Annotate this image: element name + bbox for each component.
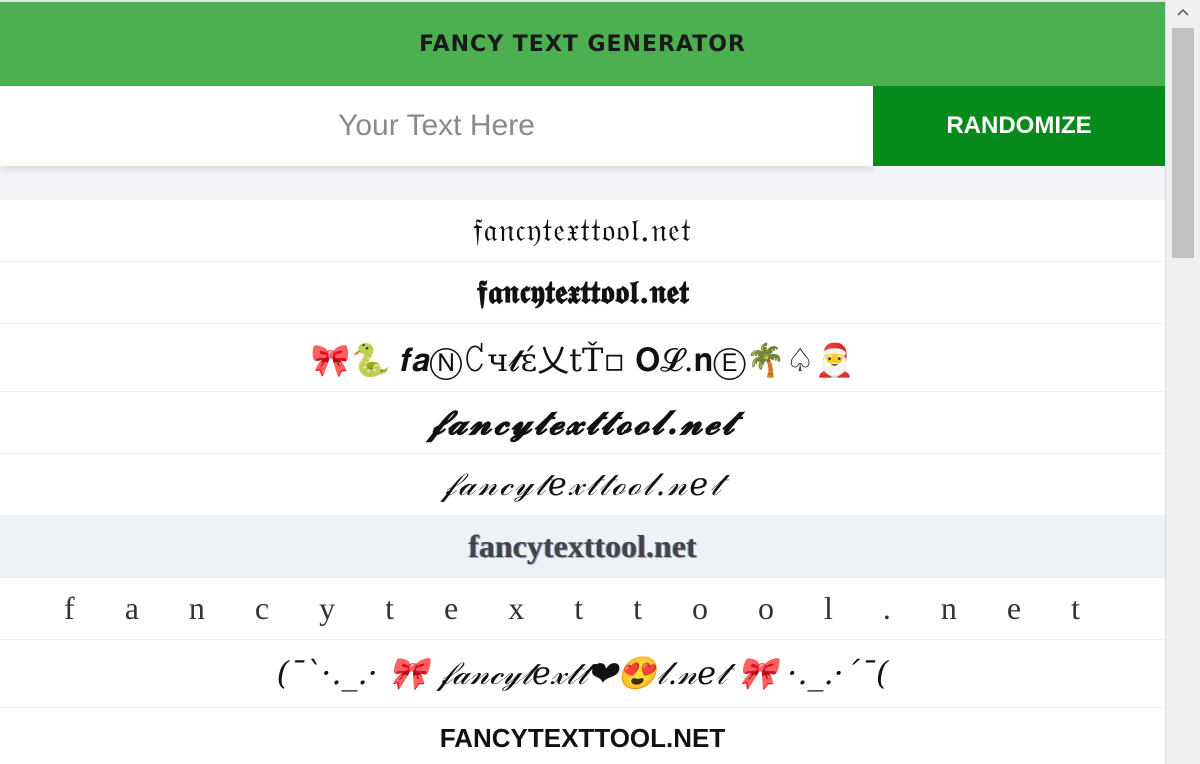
result-item[interactable]: 𝔣𝔞𝔫𝔠𝔶𝔱𝔢𝔵𝔱𝔱𝔬𝔬𝔩.𝔫𝔢𝔱 (0, 200, 1165, 262)
randomize-button[interactable]: RANDOMIZE (873, 86, 1165, 166)
result-item[interactable]: fancytexttool.net (0, 516, 1165, 578)
results-list: 𝔣𝔞𝔫𝔠𝔶𝔱𝔢𝔵𝔱𝔱𝔬𝔬𝔩.𝔫𝔢𝔱 𝖋𝖆𝖓𝖈𝖞𝖙𝖊𝖝𝖙𝖙𝖔𝖔𝖑.𝖓𝖊𝖙 🎀🐍 𝒇… (0, 200, 1165, 764)
results-spacer (0, 166, 1165, 200)
result-item[interactable]: f a n c y t e x t t o o l . n e t (0, 578, 1165, 640)
input-row: RANDOMIZE (0, 86, 1165, 166)
result-item[interactable]: 𝖋𝖆𝖓𝖈𝖞𝖙𝖊𝖝𝖙𝖙𝖔𝖔𝖑.𝖓𝖊𝖙 (0, 262, 1165, 324)
app-title: FANCY TEXT GENERATOR (419, 31, 746, 57)
scroll-up-button[interactable] (1166, 0, 1200, 24)
result-item[interactable]: 𝓯𝓪𝓷𝓬𝔂𝓽𝓮𝔁𝓽𝓽𝓸𝓸𝓵.𝓷𝓮𝓽 (0, 392, 1165, 454)
result-item[interactable]: (¯`·._.· 🎀 𝒻𝒶𝓃𝒸𝓎𝓉𝑒𝓍𝓉𝓉❤😍𝓁.𝓃𝑒𝓉 🎀 ·._.·´¯( (0, 640, 1165, 708)
vertical-scrollbar[interactable] (1165, 0, 1200, 764)
header-bar: FANCY TEXT GENERATOR (0, 0, 1165, 86)
fancy-text-generator-app: FANCY TEXT GENERATOR RANDOMIZE 𝔣𝔞𝔫𝔠𝔶𝔱𝔢𝔵𝔱… (0, 0, 1165, 764)
text-input[interactable] (0, 86, 873, 166)
result-item[interactable]: 𝒻𝒶𝓃𝒸𝓎𝓉𝑒𝓍𝓉𝓉ℴℴ𝓁.𝓃𝑒𝓉 (0, 454, 1165, 516)
chevron-up-icon (1177, 8, 1189, 16)
scrollbar-thumb[interactable] (1172, 28, 1194, 258)
result-item[interactable]: FANCYTEXTTOOL.NET (0, 708, 1165, 764)
result-item[interactable]: 🎀🐍 𝒇𝒂Ⓝ꒝ч𝓽έ乂tŤ▫ 𝐎𝓛.𝐧Ⓔ🌴♤🎅 (0, 324, 1165, 392)
